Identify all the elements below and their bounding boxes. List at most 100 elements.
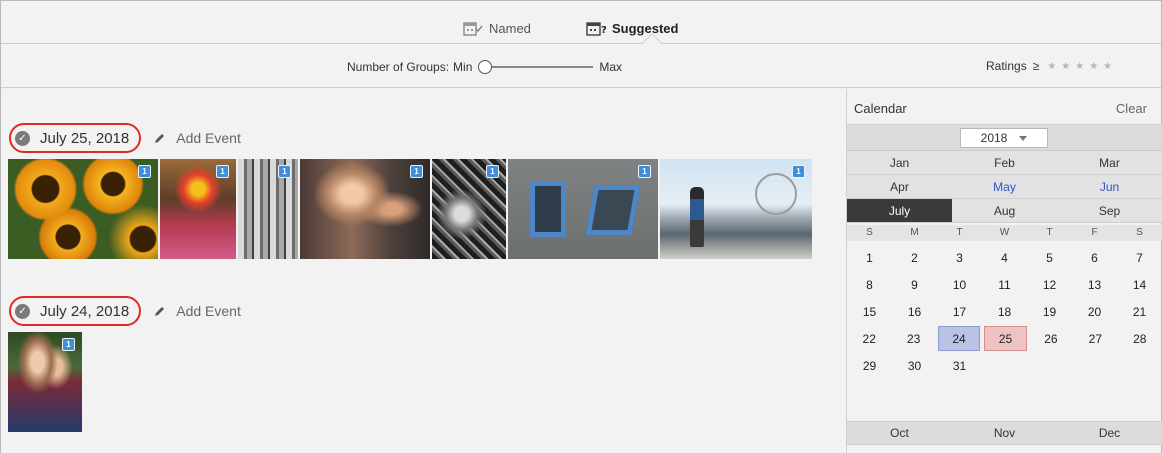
- checkmark-icon[interactable]: ✓: [15, 130, 30, 146]
- groups-slider[interactable]: [478, 60, 594, 74]
- day-cell-highlighted-blue[interactable]: 24: [937, 326, 981, 351]
- photo-thumbnail[interactable]: 1: [508, 159, 658, 259]
- photo-thumbnail[interactable]: 1: [8, 159, 158, 259]
- day-cell[interactable]: 10: [939, 272, 980, 297]
- day-cell[interactable]: 9: [894, 272, 935, 297]
- group-date: July 25, 2018: [40, 129, 130, 147]
- slider-thumb[interactable]: [478, 60, 493, 74]
- chevron-down-icon: [1019, 135, 1028, 141]
- month-may[interactable]: May: [952, 175, 1057, 198]
- photo-strip: 1 1 1 1 1 1 1: [8, 159, 814, 259]
- day-cell[interactable]: 21: [1119, 299, 1160, 324]
- day-cell[interactable]: 6: [1074, 245, 1115, 270]
- day-cell[interactable]: 1: [849, 245, 890, 270]
- photo-detail: [530, 181, 566, 237]
- photo-thumbnail[interactable]: 1: [660, 159, 812, 259]
- day-cell[interactable]: 5: [1029, 245, 1070, 270]
- month-oct[interactable]: Oct: [847, 422, 952, 444]
- window: Named ? Suggested Number of Groups: Min …: [0, 0, 1162, 453]
- month-aug[interactable]: Aug: [952, 199, 1057, 222]
- weekday-label: M: [910, 227, 919, 238]
- day-cell[interactable]: 13: [1074, 272, 1115, 297]
- month-row: Apr May Jun: [847, 175, 1162, 199]
- star-icon[interactable]: ★: [1075, 61, 1084, 72]
- day-cell[interactable]: 29: [849, 353, 890, 378]
- groups-label: Number of Groups:: [347, 60, 450, 74]
- day-cell[interactable]: 20: [1074, 299, 1115, 324]
- svg-text:?: ?: [601, 25, 606, 36]
- day-cell[interactable]: 17: [939, 299, 980, 324]
- week-row: 22 23 24 25 26 27 28: [847, 325, 1162, 352]
- year-bar: 2018: [847, 125, 1162, 151]
- day-cell[interactable]: 15: [849, 299, 890, 324]
- event-badge-icon: 1: [410, 165, 423, 178]
- tab-named[interactable]: Named: [463, 17, 531, 39]
- month-feb[interactable]: Feb: [952, 151, 1057, 174]
- event-badge-icon: 1: [62, 338, 75, 351]
- photo-thumbnail[interactable]: 1: [160, 159, 236, 259]
- day-cell[interactable]: 30: [894, 353, 935, 378]
- year-dropdown[interactable]: 2018: [960, 128, 1048, 148]
- month-row: Jan Feb Mar: [847, 151, 1162, 175]
- event-badge-icon: 1: [138, 165, 151, 178]
- day-cell[interactable]: 26: [1031, 326, 1071, 351]
- photo-thumbnail[interactable]: 1: [8, 332, 82, 432]
- day-cell[interactable]: 28: [1120, 326, 1160, 351]
- calendar-panel: Calendar Clear 2018 Jan Feb Mar Apr May …: [846, 89, 1162, 453]
- day-cell[interactable]: 19: [1029, 299, 1070, 324]
- day-grid: 1 2 3 4 5 6 7 8 9 10 11 12 13 14 15 16 1…: [847, 244, 1162, 379]
- star-icon[interactable]: ★: [1061, 61, 1070, 72]
- event-badge-icon: 1: [792, 165, 805, 178]
- event-badge-icon: 1: [486, 165, 499, 178]
- day-cell-highlighted-red[interactable]: 25: [984, 326, 1027, 351]
- day-cell[interactable]: 27: [1075, 326, 1115, 351]
- day-cell-empty: [1119, 353, 1160, 378]
- month-jan[interactable]: Jan: [847, 151, 952, 174]
- date-pill[interactable]: ✓ July 24, 2018: [9, 296, 142, 326]
- month-row: July Aug Sep: [847, 199, 1162, 223]
- add-event-button[interactable]: Add Event: [153, 130, 241, 146]
- clear-button[interactable]: Clear: [1116, 101, 1147, 116]
- day-cell[interactable]: 18: [984, 299, 1025, 324]
- photo-thumbnail[interactable]: 1: [300, 159, 430, 259]
- month-dec[interactable]: Dec: [1057, 422, 1162, 444]
- photo-thumbnail[interactable]: 1: [238, 159, 298, 259]
- month-jul[interactable]: July: [847, 199, 952, 222]
- month-jun[interactable]: Jun: [1057, 175, 1162, 198]
- date-pill[interactable]: ✓ July 25, 2018: [9, 123, 142, 153]
- tab-suggested[interactable]: ? Suggested: [586, 17, 678, 39]
- suggested-events-list: ✓ July 25, 2018 Add Event 1 1 1 1 1 1 1 …: [1, 89, 846, 453]
- day-cell[interactable]: 4: [984, 245, 1025, 270]
- day-cell[interactable]: 11: [984, 272, 1025, 297]
- checkmark-icon[interactable]: ✓: [15, 303, 30, 319]
- month-mar[interactable]: Mar: [1057, 151, 1162, 174]
- day-cell[interactable]: 8: [849, 272, 890, 297]
- day-cell[interactable]: 3: [939, 245, 980, 270]
- day-cell[interactable]: 16: [894, 299, 935, 324]
- day-cell[interactable]: 7: [1119, 245, 1160, 270]
- week-row: 1 2 3 4 5 6 7: [847, 244, 1162, 271]
- day-cell[interactable]: 23: [893, 326, 933, 351]
- day-cell[interactable]: 2: [894, 245, 935, 270]
- calendar-header: Calendar Clear: [847, 89, 1162, 125]
- slider-max-label: Max: [599, 60, 623, 74]
- photo-thumbnail[interactable]: 1: [432, 159, 506, 259]
- day-cell[interactable]: 14: [1119, 272, 1160, 297]
- star-icon[interactable]: ★: [1047, 61, 1056, 72]
- week-row: 29 30 31: [847, 352, 1162, 379]
- weekday-label: T: [1046, 227, 1053, 238]
- slider-min-label: Min: [453, 60, 473, 74]
- month-apr[interactable]: Apr: [847, 175, 952, 198]
- month-nov[interactable]: Nov: [952, 422, 1057, 444]
- day-cell[interactable]: 22: [849, 326, 889, 351]
- star-icon[interactable]: ★: [1103, 61, 1112, 72]
- group-date: July 24, 2018: [40, 302, 130, 320]
- pencil-icon: [155, 133, 165, 143]
- star-icon[interactable]: ★: [1089, 61, 1098, 72]
- day-cell[interactable]: 31: [939, 353, 980, 378]
- day-cell[interactable]: 12: [1029, 272, 1070, 297]
- month-sep[interactable]: Sep: [1057, 199, 1162, 222]
- weekday-label: S: [866, 227, 873, 238]
- add-event-button[interactable]: Add Event: [153, 303, 241, 319]
- week-row: 15 16 17 18 19 20 21: [847, 298, 1162, 325]
